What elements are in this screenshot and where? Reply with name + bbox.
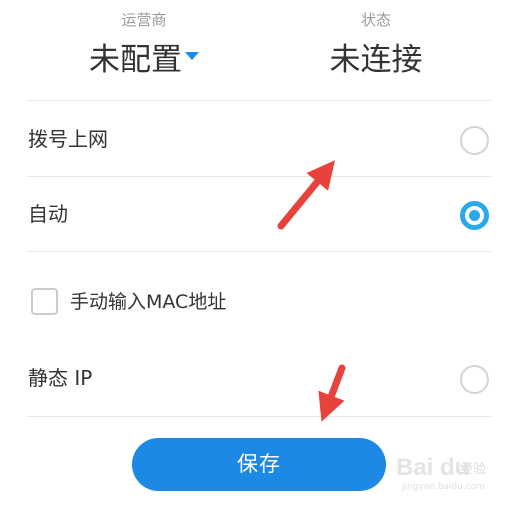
annotation-arrow-icon [277,160,335,230]
annotation-arrows [277,160,346,422]
watermark-sub: 经验 [460,462,487,477]
annotation-arrow-icon [318,364,346,422]
watermark: Bai du 经验 jingyan.baidu.com [394,450,512,496]
watermark-brand: Bai du [396,454,470,481]
watermark-url: jingyan.baidu.com [402,482,486,492]
